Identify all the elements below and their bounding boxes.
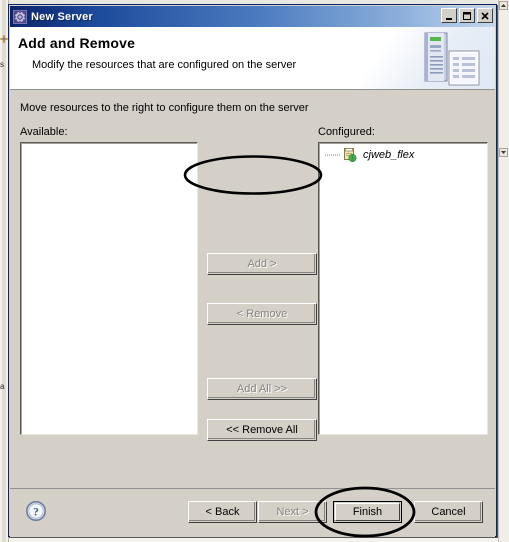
list-item[interactable]: cjweb_flex bbox=[319, 146, 487, 164]
list-item-label: cjweb_flex bbox=[363, 149, 415, 161]
minimize-button[interactable] bbox=[441, 8, 457, 23]
scroll-up-arrow-icon[interactable] bbox=[499, 1, 508, 10]
dialog-footer: ? < Back Next > Finish Cancel bbox=[10, 488, 495, 537]
instruction-text: Move resources to the right to configure… bbox=[20, 102, 309, 114]
svg-text:?: ? bbox=[33, 507, 39, 519]
tree-connector-icon bbox=[324, 146, 342, 164]
server-gear-icon bbox=[12, 9, 28, 25]
help-question-icon[interactable]: ? bbox=[25, 500, 47, 522]
finish-button[interactable]: Finish bbox=[333, 501, 402, 523]
window-controls bbox=[441, 8, 493, 23]
page-description: Modify the resources that are configured… bbox=[32, 59, 297, 71]
dialog-header: Add and Remove Modify the resources that… bbox=[10, 27, 495, 90]
server-and-document-icon bbox=[421, 29, 483, 87]
remove-all-button[interactable]: << Remove All bbox=[207, 419, 317, 441]
back-button[interactable]: < Back bbox=[188, 501, 257, 523]
available-list-label: Available: bbox=[20, 126, 68, 138]
page-title: Add and Remove bbox=[18, 35, 136, 51]
backdrop-vertical-scrollbar[interactable] bbox=[498, 0, 509, 542]
dialog-title-bar[interactable]: New Server bbox=[10, 6, 495, 27]
finish-button-label: Finish bbox=[352, 506, 383, 518]
maximize-button[interactable] bbox=[459, 8, 475, 23]
configured-list-label: Configured: bbox=[318, 126, 375, 138]
dialog-body: Move resources to the right to configure… bbox=[10, 90, 495, 488]
dialog-title-text: New Server bbox=[31, 10, 93, 23]
close-button[interactable] bbox=[477, 8, 493, 23]
configured-resources-list[interactable]: cjweb_flex bbox=[318, 142, 488, 435]
scroll-down-arrow-icon[interactable] bbox=[499, 148, 508, 157]
web-module-icon bbox=[342, 147, 358, 163]
next-button[interactable]: Next > bbox=[258, 501, 327, 523]
cancel-button[interactable]: Cancel bbox=[414, 501, 483, 523]
add-all-button[interactable]: Add All >> bbox=[207, 378, 317, 400]
remove-button[interactable]: < Remove bbox=[207, 303, 317, 325]
new-server-dialog: New Server Add and Remove Modify the res… bbox=[8, 4, 497, 537]
backdrop-left-rail bbox=[2, 0, 6, 542]
add-button[interactable]: Add > bbox=[207, 253, 317, 275]
available-resources-list[interactable] bbox=[20, 142, 198, 435]
